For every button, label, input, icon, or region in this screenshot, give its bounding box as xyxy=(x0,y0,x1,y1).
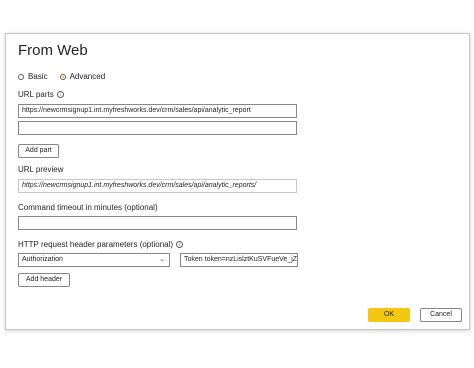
header-value-input[interactable]: Token token=nzLislztKuSVFueVe_jZ0 xyxy=(180,253,298,267)
url-parts-label: URL parts xyxy=(18,90,54,99)
radio-unselected-icon xyxy=(18,73,24,80)
url-parts-label-row: URL parts i xyxy=(18,90,64,99)
ok-button[interactable]: OK xyxy=(368,308,410,322)
advanced-radio-label: Advanced xyxy=(69,72,106,81)
add-part-button[interactable]: Add part xyxy=(18,144,59,158)
command-timeout-label: Command timeout in minutes (optional) xyxy=(18,203,158,212)
dialog-title: From Web xyxy=(18,42,88,59)
basic-radio-label: Basic xyxy=(28,72,48,81)
from-web-dialog: From Web Basic Advanced URL parts i http… xyxy=(5,33,470,330)
cancel-button[interactable]: Cancel xyxy=(420,308,462,322)
url-part-2-input[interactable] xyxy=(18,121,297,135)
header-name-value: Authorization xyxy=(22,256,63,263)
chevron-down-icon: ⌄ xyxy=(159,256,165,263)
radio-selected-icon xyxy=(59,73,66,80)
info-icon[interactable]: i xyxy=(56,91,64,98)
url-preview-label: URL preview xyxy=(18,165,64,174)
http-headers-label: HTTP request header parameters (optional… xyxy=(18,240,174,249)
advanced-radio[interactable]: Advanced xyxy=(59,72,106,81)
mode-radio-group: Basic Advanced xyxy=(18,72,117,81)
header-name-select[interactable]: Authorization ⌄ xyxy=(18,253,170,267)
add-header-button[interactable]: Add header xyxy=(18,273,70,287)
url-part-1-input[interactable]: https://newcrmsignup1.int.myfreshworks.d… xyxy=(18,104,297,118)
url-preview-field: https://newcrmsignup1.int.myfreshworks.d… xyxy=(18,179,297,193)
basic-radio[interactable]: Basic xyxy=(18,72,48,81)
command-timeout-input[interactable] xyxy=(18,216,297,230)
http-headers-label-row: HTTP request header parameters (optional… xyxy=(18,240,184,249)
info-icon[interactable]: i xyxy=(176,241,184,248)
